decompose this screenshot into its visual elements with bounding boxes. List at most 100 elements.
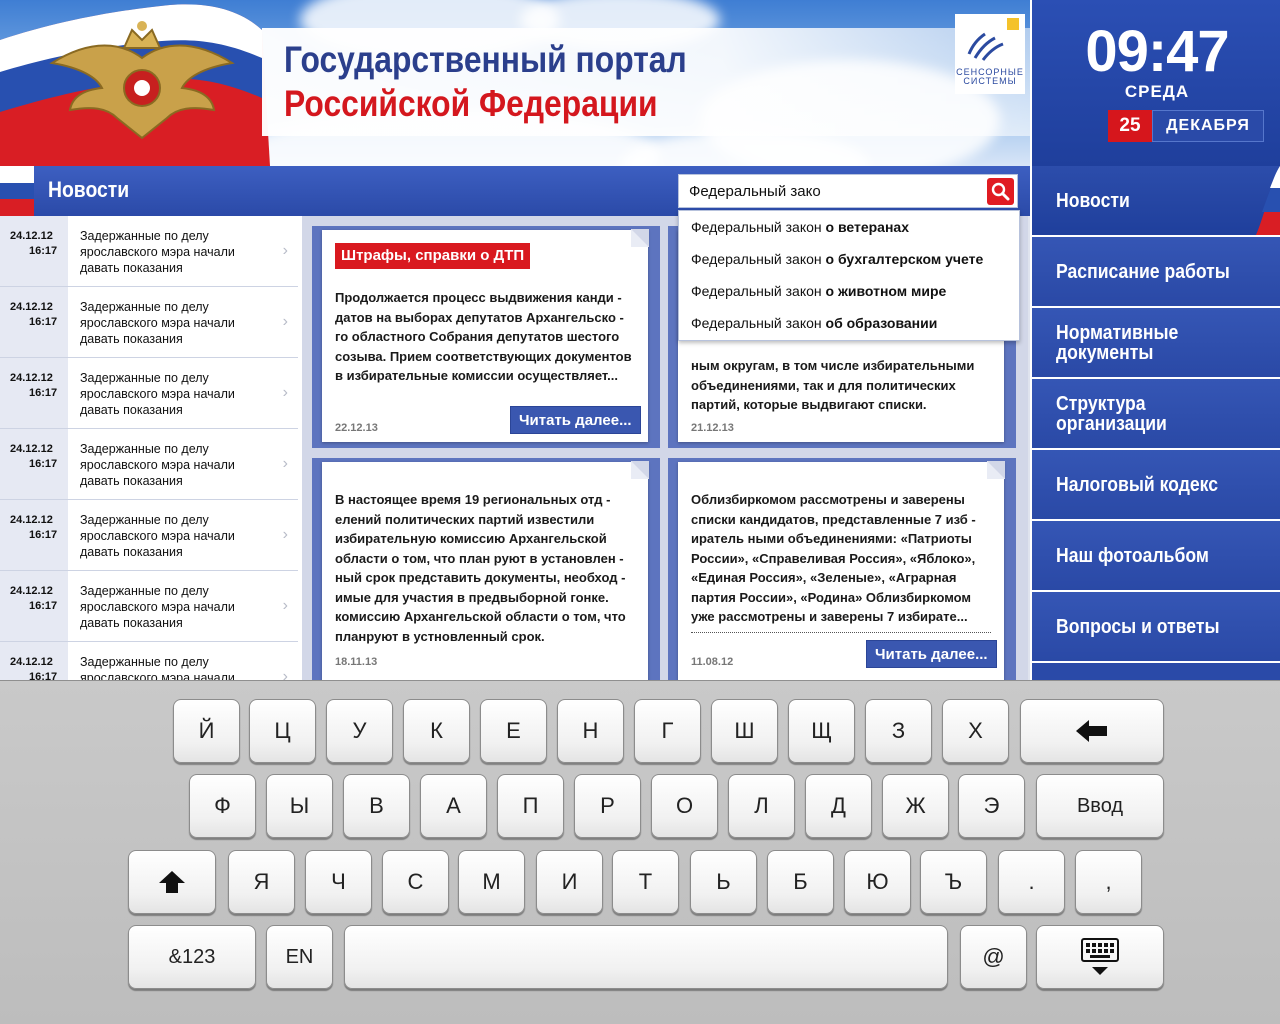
- key[interactable]: Т: [612, 850, 679, 914]
- news-list: 24.12.12 16:17 Задержанные по делу яросла…: [0, 216, 298, 680]
- key[interactable]: Ф: [189, 774, 256, 838]
- enter-key[interactable]: Ввод: [1036, 774, 1164, 838]
- news-date: 24.12.12 16:17: [0, 500, 68, 570]
- search-box: [678, 174, 1018, 208]
- nav-item-faq[interactable]: Вопросы и ответы: [1032, 592, 1280, 663]
- news-date: 24.12.12 16:17: [0, 429, 68, 499]
- key[interactable]: Д: [805, 774, 872, 838]
- key[interactable]: Б: [767, 850, 834, 914]
- hide-keyboard-key[interactable]: [1036, 925, 1164, 989]
- key[interactable]: К: [403, 699, 470, 763]
- news-item[interactable]: 24.12.12 16:17 Задержанные по делу яросла…: [0, 571, 298, 642]
- key[interactable]: ,: [1075, 850, 1142, 914]
- key[interactable]: С: [382, 850, 449, 914]
- suggestion-item[interactable]: Федеральный закон о животном мире: [679, 275, 1019, 307]
- news-card[interactable]: Облизбиркомом рассмотрены и заверены спис…: [678, 461, 1005, 680]
- news-date: 24.12.12 16:17: [0, 642, 68, 680]
- nav-item-schedule[interactable]: Расписание работы: [1032, 237, 1280, 308]
- read-more-button[interactable]: Читать далее...: [866, 640, 997, 668]
- nav-item-news[interactable]: Новости: [1032, 166, 1280, 237]
- nav-item-photo-album[interactable]: Наш фотоальбом: [1032, 521, 1280, 592]
- at-key[interactable]: @: [960, 925, 1027, 989]
- chevron-right-icon: ›: [282, 668, 288, 680]
- key[interactable]: Л: [728, 774, 795, 838]
- news-item[interactable]: 24.12.12 16:17 Задержанные по делу яросла…: [0, 500, 298, 571]
- key[interactable]: .: [998, 850, 1065, 914]
- nav-item-normative-docs[interactable]: Нормативные документы: [1032, 308, 1280, 379]
- news-item[interactable]: 24.12.12 16:17 Задержанные по делу яросла…: [0, 642, 298, 680]
- key[interactable]: Ы: [266, 774, 333, 838]
- key[interactable]: Х: [942, 699, 1009, 763]
- card-date: 18.11.13: [335, 656, 378, 668]
- card-date: 22.12.13: [335, 422, 378, 434]
- flag-icon: [0, 166, 34, 217]
- flag-icon: [1256, 166, 1280, 235]
- shift-key[interactable]: [128, 850, 216, 914]
- hide-keyboard-icon: [1081, 938, 1119, 975]
- coat-of-arms-icon: [42, 18, 242, 158]
- key[interactable]: Р: [574, 774, 641, 838]
- read-more-button[interactable]: Читать далее...: [510, 406, 641, 434]
- clock-month: ДЕКАБРЯ: [1152, 110, 1264, 142]
- key[interactable]: Я: [228, 850, 295, 914]
- suggestion-item[interactable]: Федеральный закон о бухгалтерском учете: [679, 243, 1019, 275]
- news-item[interactable]: 24.12.12 16:17 Задержанные по делу яросла…: [0, 358, 298, 429]
- key[interactable]: Щ: [788, 699, 855, 763]
- search-suggestions: Федеральный закон о ветеранах Федеральны…: [678, 210, 1020, 341]
- site-title: Государственный портал Российской Федера…: [284, 38, 687, 126]
- key[interactable]: Ю: [844, 850, 911, 914]
- key[interactable]: Ш: [711, 699, 778, 763]
- shift-arrow-icon: [159, 871, 185, 893]
- card-category-badge[interactable]: Штрафы, справки о ДТП: [335, 243, 531, 269]
- nav-item-tax-code[interactable]: Налоговый кодекс: [1032, 450, 1280, 521]
- card-text: Продолжается процесс выдвижения канди -д…: [335, 290, 632, 383]
- key[interactable]: Ц: [249, 699, 316, 763]
- space-key[interactable]: [344, 925, 948, 989]
- key[interactable]: И: [536, 850, 603, 914]
- key[interactable]: Г: [634, 699, 701, 763]
- symbols-key[interactable]: &123: [128, 925, 256, 989]
- key[interactable]: Э: [958, 774, 1025, 838]
- language-key[interactable]: EN: [266, 925, 333, 989]
- suggestion-item[interactable]: Федеральный закон о ветеранах: [679, 211, 1019, 243]
- news-item[interactable]: 24.12.12 16:17 Задержанные по делу яросла…: [0, 287, 298, 358]
- card-text: ным округам, в том числе избирательными о…: [691, 358, 975, 412]
- news-date: 24.12.12 16:17: [0, 216, 68, 286]
- clock-weekday: СРЕДА: [1124, 82, 1190, 101]
- clock-panel: 09:47 СРЕДА 25 ДЕКАБРЯ: [1030, 0, 1280, 166]
- search-button[interactable]: [987, 178, 1014, 205]
- key[interactable]: Й: [173, 699, 240, 763]
- news-card[interactable]: В настоящее время 19 региональных отд -е…: [322, 461, 649, 680]
- on-screen-keyboard: Й Ц У К Е Н Г Ш Щ З Х Ф Ы В А П Р О Л Д …: [0, 680, 1280, 1024]
- key[interactable]: Ь: [690, 850, 757, 914]
- section-title: Новости: [48, 177, 130, 202]
- news-item[interactable]: 24.12.12 16:17 Задержанные по делу яросла…: [0, 216, 298, 287]
- suggestion-item[interactable]: Федеральный закон об образовании: [679, 307, 1019, 339]
- page-fold: [987, 461, 1005, 479]
- backspace-key[interactable]: [1020, 699, 1164, 763]
- page-fold: [631, 229, 649, 247]
- news-item[interactable]: 24.12.12 16:17 Задержанные по делу яросла…: [0, 429, 298, 500]
- key[interactable]: А: [420, 774, 487, 838]
- news-headline: Задержанные по делу ярославского мэра на…: [80, 229, 235, 275]
- clock-date: 25 ДЕКАБРЯ: [1108, 110, 1264, 142]
- chevron-right-icon: ›: [282, 455, 288, 472]
- key[interactable]: П: [497, 774, 564, 838]
- logo-text: СЕНСОРНЫЕ СИСТЕМЫ: [956, 67, 1024, 86]
- key[interactable]: Ч: [305, 850, 372, 914]
- key[interactable]: Н: [557, 699, 624, 763]
- key[interactable]: З: [865, 699, 932, 763]
- search-input[interactable]: [679, 175, 985, 207]
- nav-item-structure[interactable]: Структура организации: [1032, 379, 1280, 450]
- key[interactable]: У: [326, 699, 393, 763]
- chevron-right-icon: ›: [282, 384, 288, 401]
- key[interactable]: М: [458, 850, 525, 914]
- card-date: 11.08.12: [691, 656, 734, 668]
- news-card[interactable]: Штрафы, справки о ДТП Продолжается проце…: [322, 229, 649, 442]
- key[interactable]: В: [343, 774, 410, 838]
- key[interactable]: О: [651, 774, 718, 838]
- key[interactable]: Ж: [882, 774, 949, 838]
- key[interactable]: Ъ: [920, 850, 987, 914]
- site-title-line1: Государственный портал: [284, 39, 687, 80]
- key[interactable]: Е: [480, 699, 547, 763]
